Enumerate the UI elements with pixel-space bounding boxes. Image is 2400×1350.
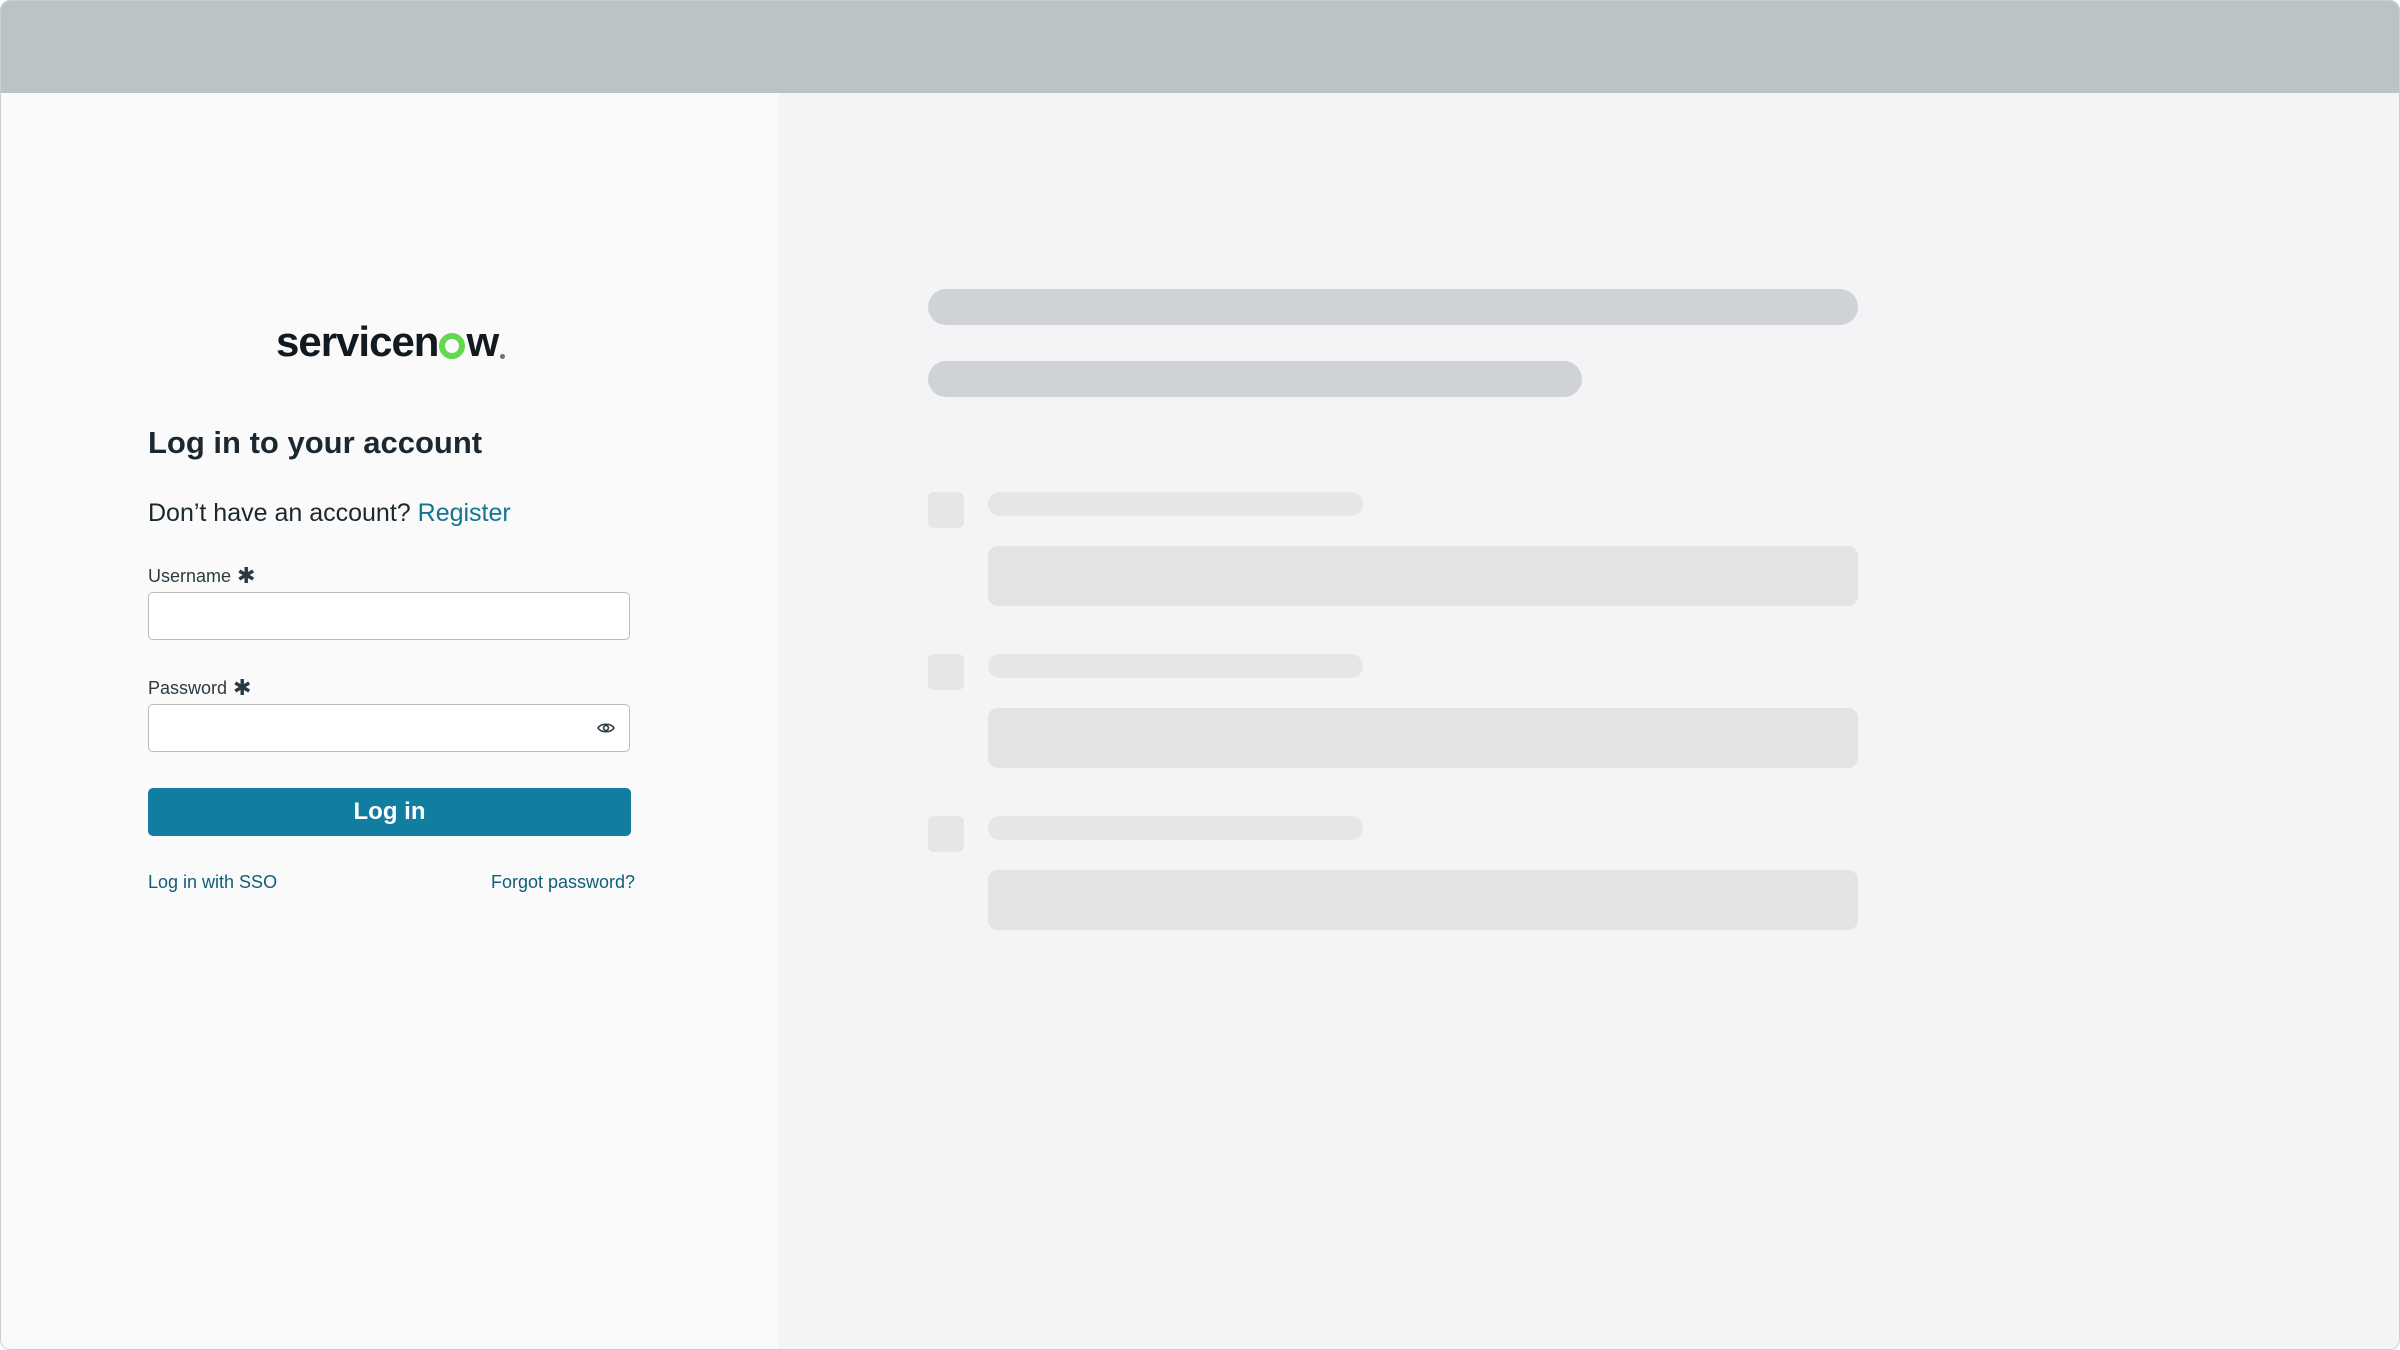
skeleton-title-bar bbox=[928, 289, 1858, 325]
password-input[interactable] bbox=[148, 704, 630, 752]
skeleton-label-bar bbox=[988, 816, 1363, 840]
servicenow-logo: servicen w bbox=[276, 318, 506, 365]
skeleton-field-bar bbox=[988, 546, 1858, 606]
skeleton-label-bar bbox=[988, 492, 1363, 516]
register-prompt: Don’t have an account? Register bbox=[148, 499, 511, 528]
required-asterisk-icon: ✱ bbox=[237, 563, 256, 588]
page-title: Log in to your account bbox=[148, 425, 483, 460]
skeleton-field-bar bbox=[988, 870, 1858, 930]
logo-text: servicen bbox=[276, 318, 439, 365]
skeleton-field-bar bbox=[988, 708, 1858, 768]
username-label-text: Username bbox=[148, 565, 232, 586]
login-button[interactable]: Log in bbox=[148, 788, 631, 836]
register-link[interactable]: Register bbox=[418, 499, 511, 527]
skeleton-checkbox bbox=[928, 816, 964, 852]
username-label: Username ✱ bbox=[148, 563, 255, 589]
top-bar bbox=[1, 1, 2399, 93]
no-account-text: Don’t have an account? bbox=[148, 499, 411, 527]
password-label: Password ✱ bbox=[148, 675, 251, 701]
browser-window: servicen w Log in to your account Don’t h… bbox=[0, 0, 2400, 1350]
sso-login-link[interactable]: Log in with SSO bbox=[148, 872, 277, 893]
eye-icon[interactable] bbox=[595, 717, 617, 739]
forgot-password-link[interactable]: Forgot password? bbox=[491, 872, 635, 893]
registered-mark bbox=[500, 354, 506, 359]
skeleton-label-bar bbox=[988, 654, 1363, 678]
logo-text-end: w bbox=[466, 318, 499, 365]
username-input[interactable] bbox=[148, 592, 630, 640]
loading-skeleton-panel bbox=[778, 93, 2399, 1349]
password-label-text: Password bbox=[148, 677, 228, 698]
required-asterisk-icon: ✱ bbox=[233, 675, 252, 700]
skeleton-checkbox bbox=[928, 492, 964, 528]
skeleton-subtitle-bar bbox=[928, 361, 1582, 397]
skeleton-checkbox bbox=[928, 654, 964, 690]
logo-o-mark bbox=[439, 333, 466, 359]
